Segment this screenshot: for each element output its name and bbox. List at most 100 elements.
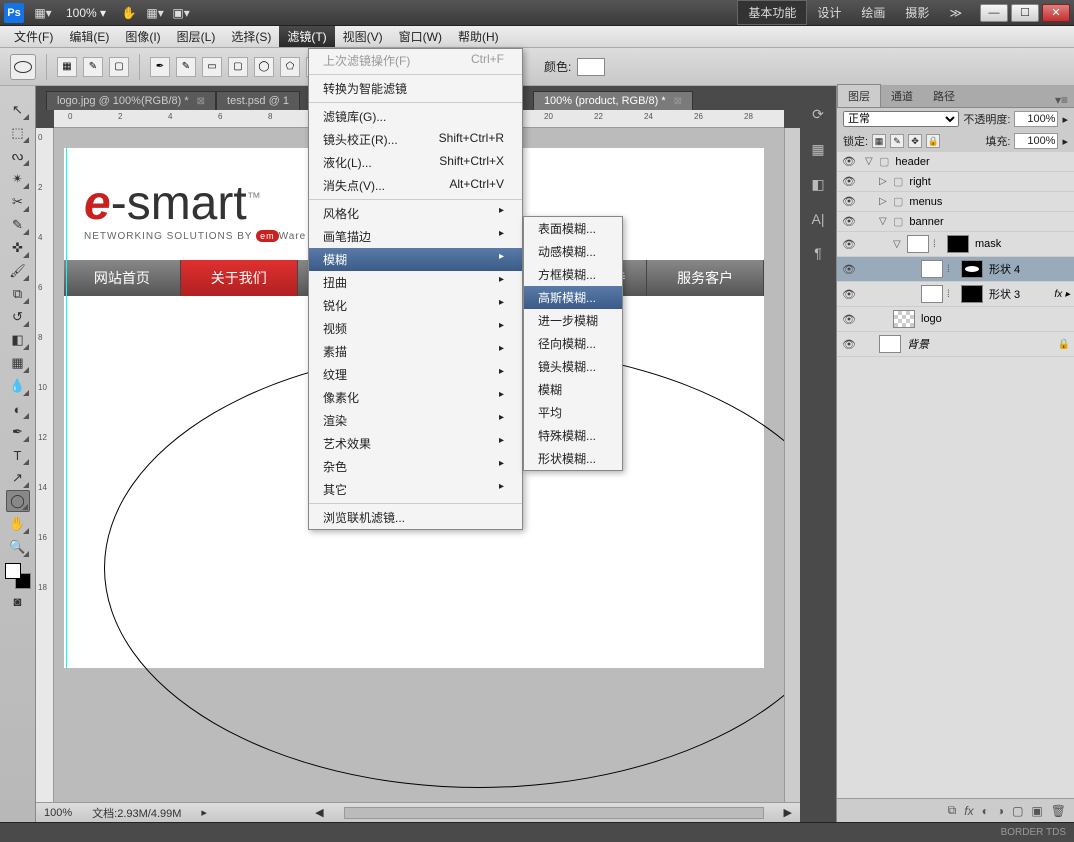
menu-motion-blur[interactable]: 动感模糊... xyxy=(524,240,622,263)
path-select-tool[interactable]: ↗ xyxy=(6,467,30,489)
workspace-basic[interactable]: 基本功能 xyxy=(737,0,807,25)
menu-blur-simple[interactable]: 模糊 xyxy=(524,378,622,401)
lock-paint-icon[interactable]: ✎ xyxy=(890,134,904,148)
tool-preset[interactable] xyxy=(10,54,36,80)
visibility-icon[interactable]: 👁 xyxy=(841,313,857,326)
color-icon[interactable]: ◧ xyxy=(811,176,824,193)
menu-render[interactable]: 渲染 xyxy=(309,409,522,432)
zoom-tool[interactable]: 🔍 xyxy=(6,536,30,558)
crop-tool[interactable]: ✂ xyxy=(6,191,30,213)
menu-smart-blur[interactable]: 特殊模糊... xyxy=(524,424,622,447)
menu-browse-online[interactable]: 浏览联机滤镜... xyxy=(309,506,522,529)
char-icon[interactable]: A| xyxy=(812,211,825,227)
para-icon[interactable]: ¶ xyxy=(814,245,822,261)
menu-liquify[interactable]: 液化(L)...Shift+Ctrl+X xyxy=(309,151,522,174)
pen-icon[interactable]: ✒ xyxy=(150,57,170,77)
menu-filter[interactable]: 滤镜(T) xyxy=(279,26,334,47)
nav-about[interactable]: 关于我们 xyxy=(181,260,298,296)
scrollbar-vertical[interactable] xyxy=(784,128,800,802)
layer-item[interactable]: 👁⁞形状 3fx ▸ xyxy=(837,282,1074,307)
opacity-input[interactable]: 100% xyxy=(1014,111,1058,127)
trash-icon[interactable]: 🗑 xyxy=(1051,804,1066,818)
move-tool[interactable]: ↖ xyxy=(6,99,30,121)
menu-texture[interactable]: 纹理 xyxy=(309,363,522,386)
menu-distort[interactable]: 扭曲 xyxy=(309,271,522,294)
folder-icon[interactable]: ▢ xyxy=(1012,804,1023,818)
brush-tool[interactable]: 🖌 xyxy=(6,260,30,282)
close-icon[interactable]: ⊠ xyxy=(674,96,682,107)
eyedropper-tool[interactable]: ✎ xyxy=(6,214,30,236)
menu-other[interactable]: 其它 xyxy=(309,478,522,501)
guide-line[interactable] xyxy=(66,148,67,668)
dodge-tool[interactable]: ◐ xyxy=(6,398,30,420)
tab-paths[interactable]: 路径 xyxy=(923,85,965,107)
wand-tool[interactable]: ✴ xyxy=(6,168,30,190)
lasso-tool[interactable]: ᔓ xyxy=(6,145,30,167)
menu-image[interactable]: 图像(I) xyxy=(117,26,168,47)
layer-item[interactable]: 👁▽▢banner xyxy=(837,212,1074,232)
marquee-tool[interactable]: ⬚ xyxy=(6,122,30,144)
window-close[interactable]: ✕ xyxy=(1042,4,1070,22)
roundrect-icon[interactable]: ▢ xyxy=(228,57,248,77)
chevron-icon[interactable]: ▸ xyxy=(1062,135,1068,148)
menu-blur[interactable]: 模糊 xyxy=(309,248,522,271)
color-swatches[interactable] xyxy=(5,563,31,589)
chevron-icon[interactable]: ▸ xyxy=(1062,113,1068,126)
hand-tool[interactable]: ✋ xyxy=(6,513,30,535)
menu-layer[interactable]: 图层(L) xyxy=(169,26,224,47)
history-icon[interactable]: ⟳ xyxy=(812,106,824,123)
fill-input[interactable]: 100% xyxy=(1014,133,1058,149)
panel-menu-icon[interactable]: ▾≡ xyxy=(1049,93,1074,107)
layer-item[interactable]: 👁⁞形状 4 xyxy=(837,257,1074,282)
menu-artistic[interactable]: 艺术效果 xyxy=(309,432,522,455)
menu-surface-blur[interactable]: 表面模糊... xyxy=(524,217,622,240)
arrange-icon[interactable]: ▦▾ xyxy=(144,4,166,22)
visibility-icon[interactable]: 👁 xyxy=(841,263,857,276)
eraser-tool[interactable]: ◧ xyxy=(6,329,30,351)
tab-logo[interactable]: logo.jpg @ 100%(RGB/8) *⊠ xyxy=(46,91,216,110)
visibility-icon[interactable]: 👁 xyxy=(841,338,857,351)
menu-sketch[interactable]: 素描 xyxy=(309,340,522,363)
menu-help[interactable]: 帮助(H) xyxy=(450,26,507,47)
menu-smart-filter[interactable]: 转换为智能滤镜 xyxy=(309,77,522,100)
fill-pixels-icon[interactable]: ▢ xyxy=(109,57,129,77)
screen-mode-icon[interactable]: ▣▾ xyxy=(170,4,192,22)
menu-shape-blur[interactable]: 形状模糊... xyxy=(524,447,622,470)
menu-stylize[interactable]: 风格化 xyxy=(309,202,522,225)
shape-tool[interactable]: ◯ xyxy=(6,490,30,512)
bridge-icon[interactable]: ▦▾ xyxy=(32,4,54,22)
rect-icon[interactable]: ▭ xyxy=(202,57,222,77)
visibility-icon[interactable]: 👁 xyxy=(841,155,857,168)
layer-item[interactable]: 👁背景🔒 xyxy=(837,332,1074,357)
visibility-icon[interactable]: 👁 xyxy=(841,238,857,251)
hand-icon[interactable]: ✋ xyxy=(118,4,140,22)
workspace-design[interactable]: 设计 xyxy=(807,1,851,24)
menu-window[interactable]: 窗口(W) xyxy=(391,26,450,47)
menu-view[interactable]: 视图(V) xyxy=(335,26,391,47)
new-layer-icon[interactable]: ▣ xyxy=(1031,804,1042,818)
shape-layers-icon[interactable]: ▦ xyxy=(57,57,77,77)
gradient-tool[interactable]: ▦ xyxy=(6,352,30,374)
swatches-icon[interactable]: ▦ xyxy=(811,141,824,158)
layer-item[interactable]: 👁▷▢right xyxy=(837,172,1074,192)
menu-gaussian-blur[interactable]: 高斯模糊... xyxy=(524,286,622,309)
tab-product[interactable]: 100% (product, RGB/8) *⊠ xyxy=(533,91,693,110)
visibility-icon[interactable]: 👁 xyxy=(841,195,857,208)
mask-icon[interactable]: ◐ xyxy=(982,804,989,818)
link-icon[interactable]: ⧉ xyxy=(948,803,957,818)
freeform-icon[interactable]: ✎ xyxy=(176,57,196,77)
nav-service[interactable]: 服务客户 xyxy=(647,260,764,296)
menu-edit[interactable]: 编辑(E) xyxy=(61,26,117,47)
tab-test[interactable]: test.psd @ 1 xyxy=(216,91,300,110)
menu-video[interactable]: 视频 xyxy=(309,317,522,340)
window-minimize[interactable]: — xyxy=(980,4,1008,22)
workspace-paint[interactable]: 绘画 xyxy=(851,1,895,24)
history-brush-tool[interactable]: ↺ xyxy=(6,306,30,328)
visibility-icon[interactable]: 👁 xyxy=(841,288,857,301)
menu-noise[interactable]: 杂色 xyxy=(309,455,522,478)
quickmask-icon[interactable]: ◙ xyxy=(6,590,30,612)
ellipse-icon[interactable]: ◯ xyxy=(254,57,274,77)
pen-tool[interactable]: ✒ xyxy=(6,421,30,443)
menu-blur-more[interactable]: 进一步模糊 xyxy=(524,309,622,332)
type-tool[interactable]: T xyxy=(6,444,30,466)
